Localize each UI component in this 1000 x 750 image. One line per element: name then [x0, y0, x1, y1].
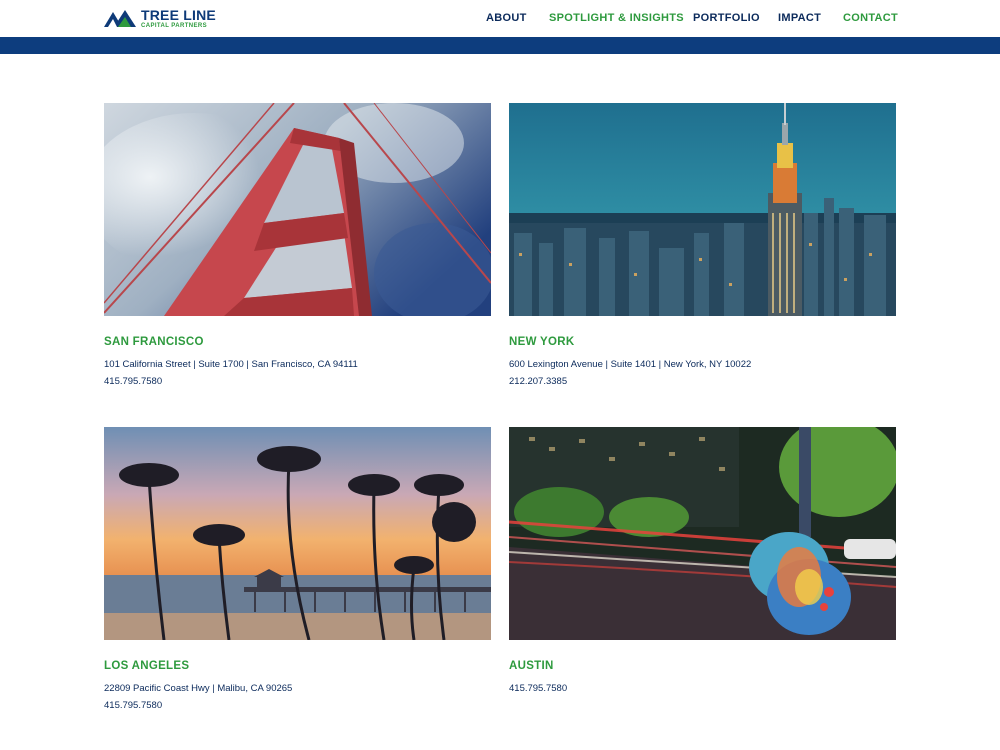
- nav-impact[interactable]: IMPACT: [778, 12, 821, 24]
- office-phone[interactable]: 415.795.7580: [509, 683, 567, 694]
- office-address: 600 Lexington Avenue | Suite 1401 | New …: [509, 359, 752, 370]
- office-card-los-angeles: LOS ANGELES 22809 Pacific Coast Hwy | Ma…: [104, 427, 491, 727]
- office-phone[interactable]: 212.207.3385: [509, 376, 567, 387]
- site-header: TREE LINE CAPITAL PARTNERS ABOUT SPOTLIG…: [0, 0, 1000, 37]
- office-city-name: SAN FRANCISCO: [104, 336, 204, 348]
- office-phone[interactable]: 415.795.7580: [104, 376, 162, 387]
- new-york-photo: [509, 103, 896, 316]
- office-card-austin: AUSTIN 415.795.7580: [509, 427, 896, 727]
- office-city-name: LOS ANGELES: [104, 660, 190, 672]
- header-accent-bar: [0, 37, 1000, 54]
- main-nav: ABOUT SPOTLIGHT & INSIGHTS PORTFOLIO IMP…: [0, 12, 1000, 26]
- office-card-new-york: NEW YORK 600 Lexington Avenue | Suite 14…: [509, 103, 896, 403]
- office-phone[interactable]: 415.795.7580: [104, 700, 162, 711]
- san-francisco-photo: [104, 103, 491, 316]
- los-angeles-photo: [104, 427, 491, 640]
- office-address: 22809 Pacific Coast Hwy | Malibu, CA 902…: [104, 683, 293, 694]
- office-city-name: NEW YORK: [509, 336, 575, 348]
- nav-about[interactable]: ABOUT: [486, 12, 527, 24]
- nav-contact[interactable]: CONTACT: [843, 12, 898, 24]
- office-address: 101 California Street | Suite 1700 | San…: [104, 359, 358, 370]
- nav-spotlight-insights[interactable]: SPOTLIGHT & INSIGHTS: [549, 12, 684, 24]
- office-city-name: AUSTIN: [509, 660, 554, 672]
- nav-portfolio[interactable]: PORTFOLIO: [693, 12, 760, 24]
- office-card-san-francisco: SAN FRANCISCO 101 California Street | Su…: [104, 103, 491, 403]
- austin-photo: [509, 427, 896, 640]
